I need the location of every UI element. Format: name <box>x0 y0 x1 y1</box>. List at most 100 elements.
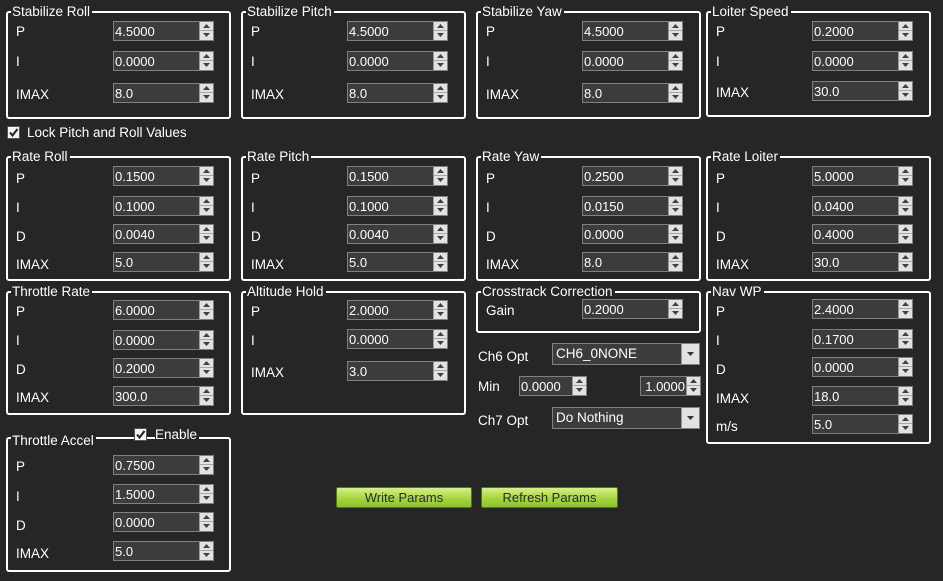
throttle-rate-d-input[interactable] <box>113 358 214 378</box>
stabilize-roll-p-input[interactable] <box>113 21 214 41</box>
triangle-down-icon[interactable] <box>669 176 682 185</box>
value-text[interactable] <box>348 84 434 102</box>
triangle-up-icon[interactable] <box>899 330 912 339</box>
lock-pitch-roll-checkbox[interactable] <box>7 126 20 139</box>
triangle-up-icon[interactable] <box>899 82 912 91</box>
triangle-down-icon[interactable] <box>434 31 447 40</box>
triangle-down-icon[interactable] <box>200 465 213 474</box>
triangle-up-icon[interactable] <box>899 52 912 61</box>
value-text[interactable] <box>813 22 899 40</box>
rate-roll-p-input[interactable] <box>113 166 214 186</box>
value-text[interactable] <box>114 513 200 531</box>
spinner[interactable] <box>668 52 682 70</box>
value-text[interactable] <box>114 22 200 40</box>
triangle-up-icon[interactable] <box>434 225 447 234</box>
triangle-up-icon[interactable] <box>899 358 912 367</box>
value-text[interactable] <box>114 253 200 271</box>
value-text[interactable] <box>348 362 434 380</box>
nav-wp-i-input[interactable] <box>812 329 913 349</box>
spinner[interactable] <box>199 197 213 215</box>
spinner[interactable] <box>898 197 912 215</box>
throttle-rate-imax-input[interactable] <box>113 386 214 406</box>
spinner[interactable] <box>572 377 586 395</box>
triangle-down-icon[interactable] <box>200 31 213 40</box>
triangle-up-icon[interactable] <box>200 301 213 310</box>
triangle-down-icon[interactable] <box>899 339 912 348</box>
triangle-up-icon[interactable] <box>200 253 213 262</box>
spinner[interactable] <box>898 330 912 348</box>
triangle-up-icon[interactable] <box>899 300 912 309</box>
spinner[interactable] <box>199 22 213 40</box>
value-text[interactable] <box>114 167 200 185</box>
throttle-rate-i-input[interactable] <box>113 330 214 350</box>
triangle-down-icon[interactable] <box>669 309 682 318</box>
triangle-up-icon[interactable] <box>200 456 213 465</box>
triangle-down-icon[interactable] <box>669 93 682 102</box>
triangle-up-icon[interactable] <box>899 225 912 234</box>
triangle-down-icon[interactable] <box>200 234 213 243</box>
triangle-up-icon[interactable] <box>200 485 213 494</box>
throttle-accel-i-input[interactable] <box>113 484 214 504</box>
triangle-down-icon[interactable] <box>434 234 447 243</box>
triangle-down-icon[interactable] <box>200 340 213 349</box>
triangle-down-icon[interactable] <box>899 206 912 215</box>
spinner[interactable] <box>898 82 912 100</box>
spinner[interactable] <box>199 542 213 560</box>
triangle-down-icon[interactable] <box>899 262 912 271</box>
value-text[interactable] <box>583 84 669 102</box>
spinner[interactable] <box>668 167 682 185</box>
chevron-down-icon[interactable] <box>681 408 699 428</box>
altitude-hold-p-input[interactable] <box>347 300 448 320</box>
loiter-speed-i-input[interactable] <box>812 51 913 71</box>
ch6-opt-select[interactable]: CH6_0NONE <box>552 343 700 365</box>
triangle-up-icon[interactable] <box>669 84 682 93</box>
value-text[interactable] <box>114 225 200 243</box>
stabilize-roll-imax-input[interactable] <box>113 83 214 103</box>
triangle-down-icon[interactable] <box>200 551 213 560</box>
triangle-down-icon[interactable] <box>899 91 912 100</box>
value-text[interactable] <box>583 197 669 215</box>
triangle-down-icon[interactable] <box>200 176 213 185</box>
rate-pitch-imax-input[interactable] <box>347 252 448 272</box>
spinner[interactable] <box>668 84 682 102</box>
spinner[interactable] <box>433 22 447 40</box>
triangle-down-icon[interactable] <box>899 176 912 185</box>
spinner[interactable] <box>199 331 213 349</box>
spinner[interactable] <box>898 415 912 433</box>
triangle-up-icon[interactable] <box>434 52 447 61</box>
throttle-accel-d-input[interactable] <box>113 512 214 532</box>
min-input[interactable] <box>519 376 587 396</box>
triangle-down-icon[interactable] <box>434 93 447 102</box>
triangle-down-icon[interactable] <box>434 371 447 380</box>
stabilize-roll-i-input[interactable] <box>113 51 214 71</box>
rate-pitch-i-input[interactable] <box>347 196 448 216</box>
triangle-up-icon[interactable] <box>200 225 213 234</box>
spinner[interactable] <box>668 300 682 318</box>
max-input[interactable] <box>640 376 701 396</box>
loiter-speed-imax-input[interactable] <box>812 81 913 101</box>
spinner[interactable] <box>199 167 213 185</box>
loiter-speed-p-input[interactable] <box>812 21 913 41</box>
value-text[interactable] <box>348 52 434 70</box>
nav-wp-ms-input[interactable] <box>812 414 913 434</box>
value-text[interactable] <box>583 253 669 271</box>
value-text[interactable] <box>813 330 899 348</box>
spinner[interactable] <box>668 197 682 215</box>
triangle-down-icon[interactable] <box>899 61 912 70</box>
value-text[interactable] <box>348 253 434 271</box>
value-text[interactable] <box>114 301 200 319</box>
spinner[interactable] <box>668 225 682 243</box>
spinner[interactable] <box>898 253 912 271</box>
value-text[interactable] <box>348 225 434 243</box>
triangle-up-icon[interactable] <box>434 167 447 176</box>
value-text[interactable] <box>813 167 899 185</box>
spinner[interactable] <box>433 301 447 319</box>
spinner[interactable] <box>433 84 447 102</box>
value-text[interactable] <box>114 197 200 215</box>
triangle-down-icon[interactable] <box>899 396 912 405</box>
triangle-up-icon[interactable] <box>669 197 682 206</box>
spinner[interactable] <box>433 362 447 380</box>
triangle-up-icon[interactable] <box>899 197 912 206</box>
spinner[interactable] <box>433 52 447 70</box>
triangle-down-icon[interactable] <box>200 494 213 503</box>
